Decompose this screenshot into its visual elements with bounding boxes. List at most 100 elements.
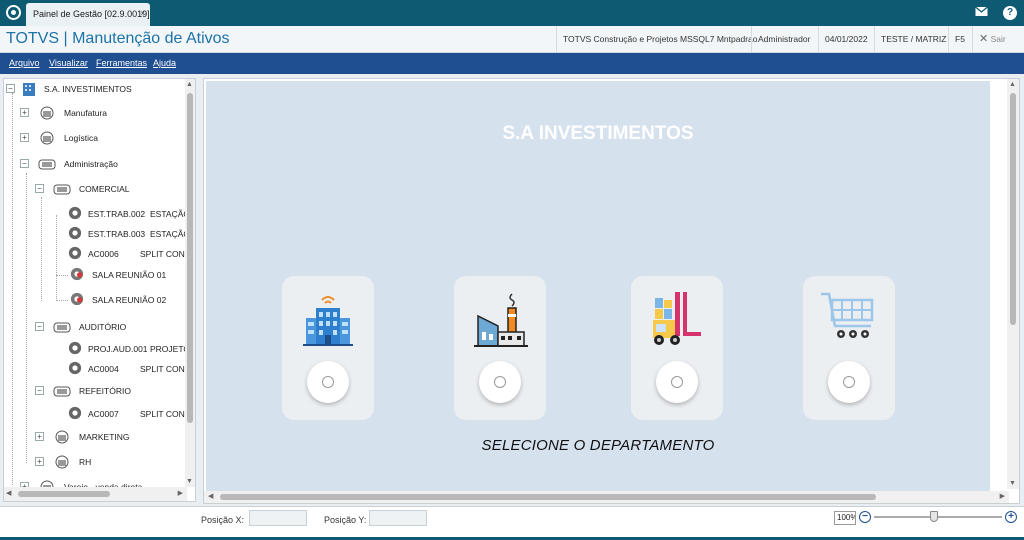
department-radio-button[interactable] [828,361,870,403]
pos-y-label: Posição Y: [324,515,367,525]
department-radio-button[interactable] [479,361,521,403]
dashboard-subtitle: SELECIONE O DEPARTAMENTO [481,437,715,454]
scroll-thumb[interactable] [18,491,110,497]
expand-icon[interactable]: + [20,133,29,142]
scroll-right-icon[interactable]: ▶ [1000,492,1005,500]
scroll-left-icon[interactable]: ◀ [6,489,11,497]
tab-close-icon[interactable]: × [140,9,145,18]
tree-label: AUDITÓRIO [79,322,127,332]
gear-asset-icon [68,226,82,240]
dashboard-panel: S.A INVESTIMENTOS SELECIONE O DEPARTAMEN… [203,78,1020,504]
company-info: TOTVS Construção e Projetos MSSQL7 Mntpa… [556,26,764,52]
folder-group-icon [38,159,56,170]
tree-label: RH [79,457,92,467]
folder-group-icon [53,184,71,195]
tab-label: Painel de Gestão [02.9.0019] [33,9,150,19]
department-radio-button[interactable] [307,361,349,403]
zoom-out-button[interactable]: − [859,511,871,523]
shopping-cart-icon [821,292,874,338]
gear-asset-icon [68,406,82,420]
scroll-down-icon[interactable]: ▼ [186,478,193,485]
user-info: Administrador [751,26,816,52]
exit-button[interactable]: ✕ Sair [972,26,1012,52]
key-info: F5 [948,26,971,52]
gear-asset-icon [68,246,82,260]
exit-label: Sair [990,34,1006,44]
pos-x-label: Posição X: [201,515,245,525]
menu-ajuda[interactable]: Ajuda [153,58,176,68]
gear-asset-icon [68,361,82,375]
tree-label: REFEITÓRIO [79,386,131,396]
gear-warning-icon [70,292,84,306]
tree-label: S.A. INVESTIMENTOS [44,84,132,94]
forklift-icon [653,292,701,345]
content-area: − S.A. INVESTIMENTOS + Manufatura + Logí… [0,74,1024,506]
tree-label: SALA REUNIÃO 01 [92,270,167,280]
department-card-office[interactable] [282,276,374,420]
main-vertical-scrollbar[interactable]: ▲ ▼ [1007,79,1019,489]
scroll-thumb[interactable] [187,93,193,423]
gear-warning-icon [70,267,84,281]
tree-desc: ESTAÇÃO [150,229,190,239]
tree-desc: SPLIT CONS [140,409,191,419]
collapse-icon[interactable]: − [35,322,44,331]
tree-label: AC0006 [88,249,119,259]
mail-icon[interactable] [974,6,988,20]
date-info: 04/01/2022 [818,26,874,52]
tab-painel-gestao[interactable]: Painel de Gestão [02.9.0019] × [26,3,150,26]
folder-group-icon [53,322,71,333]
expand-icon[interactable]: + [20,108,29,117]
tree-desc: PROJETO [150,344,190,354]
department-card-factory[interactable] [454,276,546,420]
title-bar: TOTVS | Manutenção de Ativos TOTVS Const… [0,26,1024,53]
dashboard-canvas: S.A INVESTIMENTOS SELECIONE O DEPARTAMEN… [206,81,990,493]
menu-visualizar[interactable]: Visualizar [49,58,88,68]
app-top-bar: Painel de Gestão [02.9.0019] × ? [0,0,1024,26]
menu-ferramentas[interactable]: Ferramentas [96,58,147,68]
scroll-thumb[interactable] [220,494,876,500]
collapse-icon[interactable]: − [20,159,29,168]
department-card-logistics[interactable] [631,276,723,420]
expand-icon[interactable]: + [35,457,44,466]
menu-bar: Arquivo Visualizar Ferramentas Ajuda [0,53,1024,74]
scroll-left-icon[interactable]: ◀ [208,492,213,500]
help-icon[interactable]: ? [1003,6,1017,20]
collapse-icon[interactable]: − [35,386,44,395]
tree-desc: SPLIT CONS [140,364,191,374]
main-horizontal-scrollbar[interactable]: ◀ ▶ [204,491,1009,503]
pos-x-field [249,510,307,526]
scroll-right-icon[interactable]: ▶ [178,489,183,497]
zoom-slider-track[interactable] [874,516,1002,518]
collapse-icon[interactable]: − [35,184,44,193]
app-title: TOTVS | Manutenção de Ativos [6,30,230,47]
folder-group-icon [40,131,54,145]
panel-splitter[interactable] [197,78,202,502]
office-building-icon [303,296,353,346]
tree-label: SALA REUNIÃO 02 [92,295,167,305]
tree-desc: SPLIT CONS [140,249,191,259]
folder-group-icon [55,430,69,444]
gear-asset-icon [68,341,82,355]
zoom-slider-handle[interactable] [930,511,938,522]
building-icon [23,83,35,96]
totvs-logo-icon[interactable] [6,5,21,20]
zoom-level-field[interactable]: 100% [834,511,856,525]
branch-info: TESTE / MATRIZ [874,26,952,52]
zoom-in-button[interactable]: + [1005,511,1017,523]
tree-label: PROJ.AUD.001 [88,344,148,354]
scroll-up-icon[interactable]: ▲ [186,81,193,88]
scroll-down-icon[interactable]: ▼ [1009,480,1016,487]
department-tree: − S.A. INVESTIMENTOS + Manufatura + Logí… [3,78,196,502]
tree-label: EST.TRAB.003 [88,229,146,239]
scroll-thumb[interactable] [1010,93,1016,325]
expand-icon[interactable]: + [35,432,44,441]
collapse-icon[interactable]: − [6,84,15,93]
tree-horizontal-scrollbar[interactable]: ◀ ▶ [4,487,187,501]
department-card-retail[interactable] [803,276,895,420]
tree-vertical-scrollbar[interactable]: ▲ ▼ [185,79,195,487]
factory-icon [474,293,528,347]
scroll-up-icon[interactable]: ▲ [1009,81,1016,88]
close-icon: ✕ [979,33,989,45]
menu-arquivo[interactable]: Arquivo [9,58,40,68]
department-radio-button[interactable] [656,361,698,403]
